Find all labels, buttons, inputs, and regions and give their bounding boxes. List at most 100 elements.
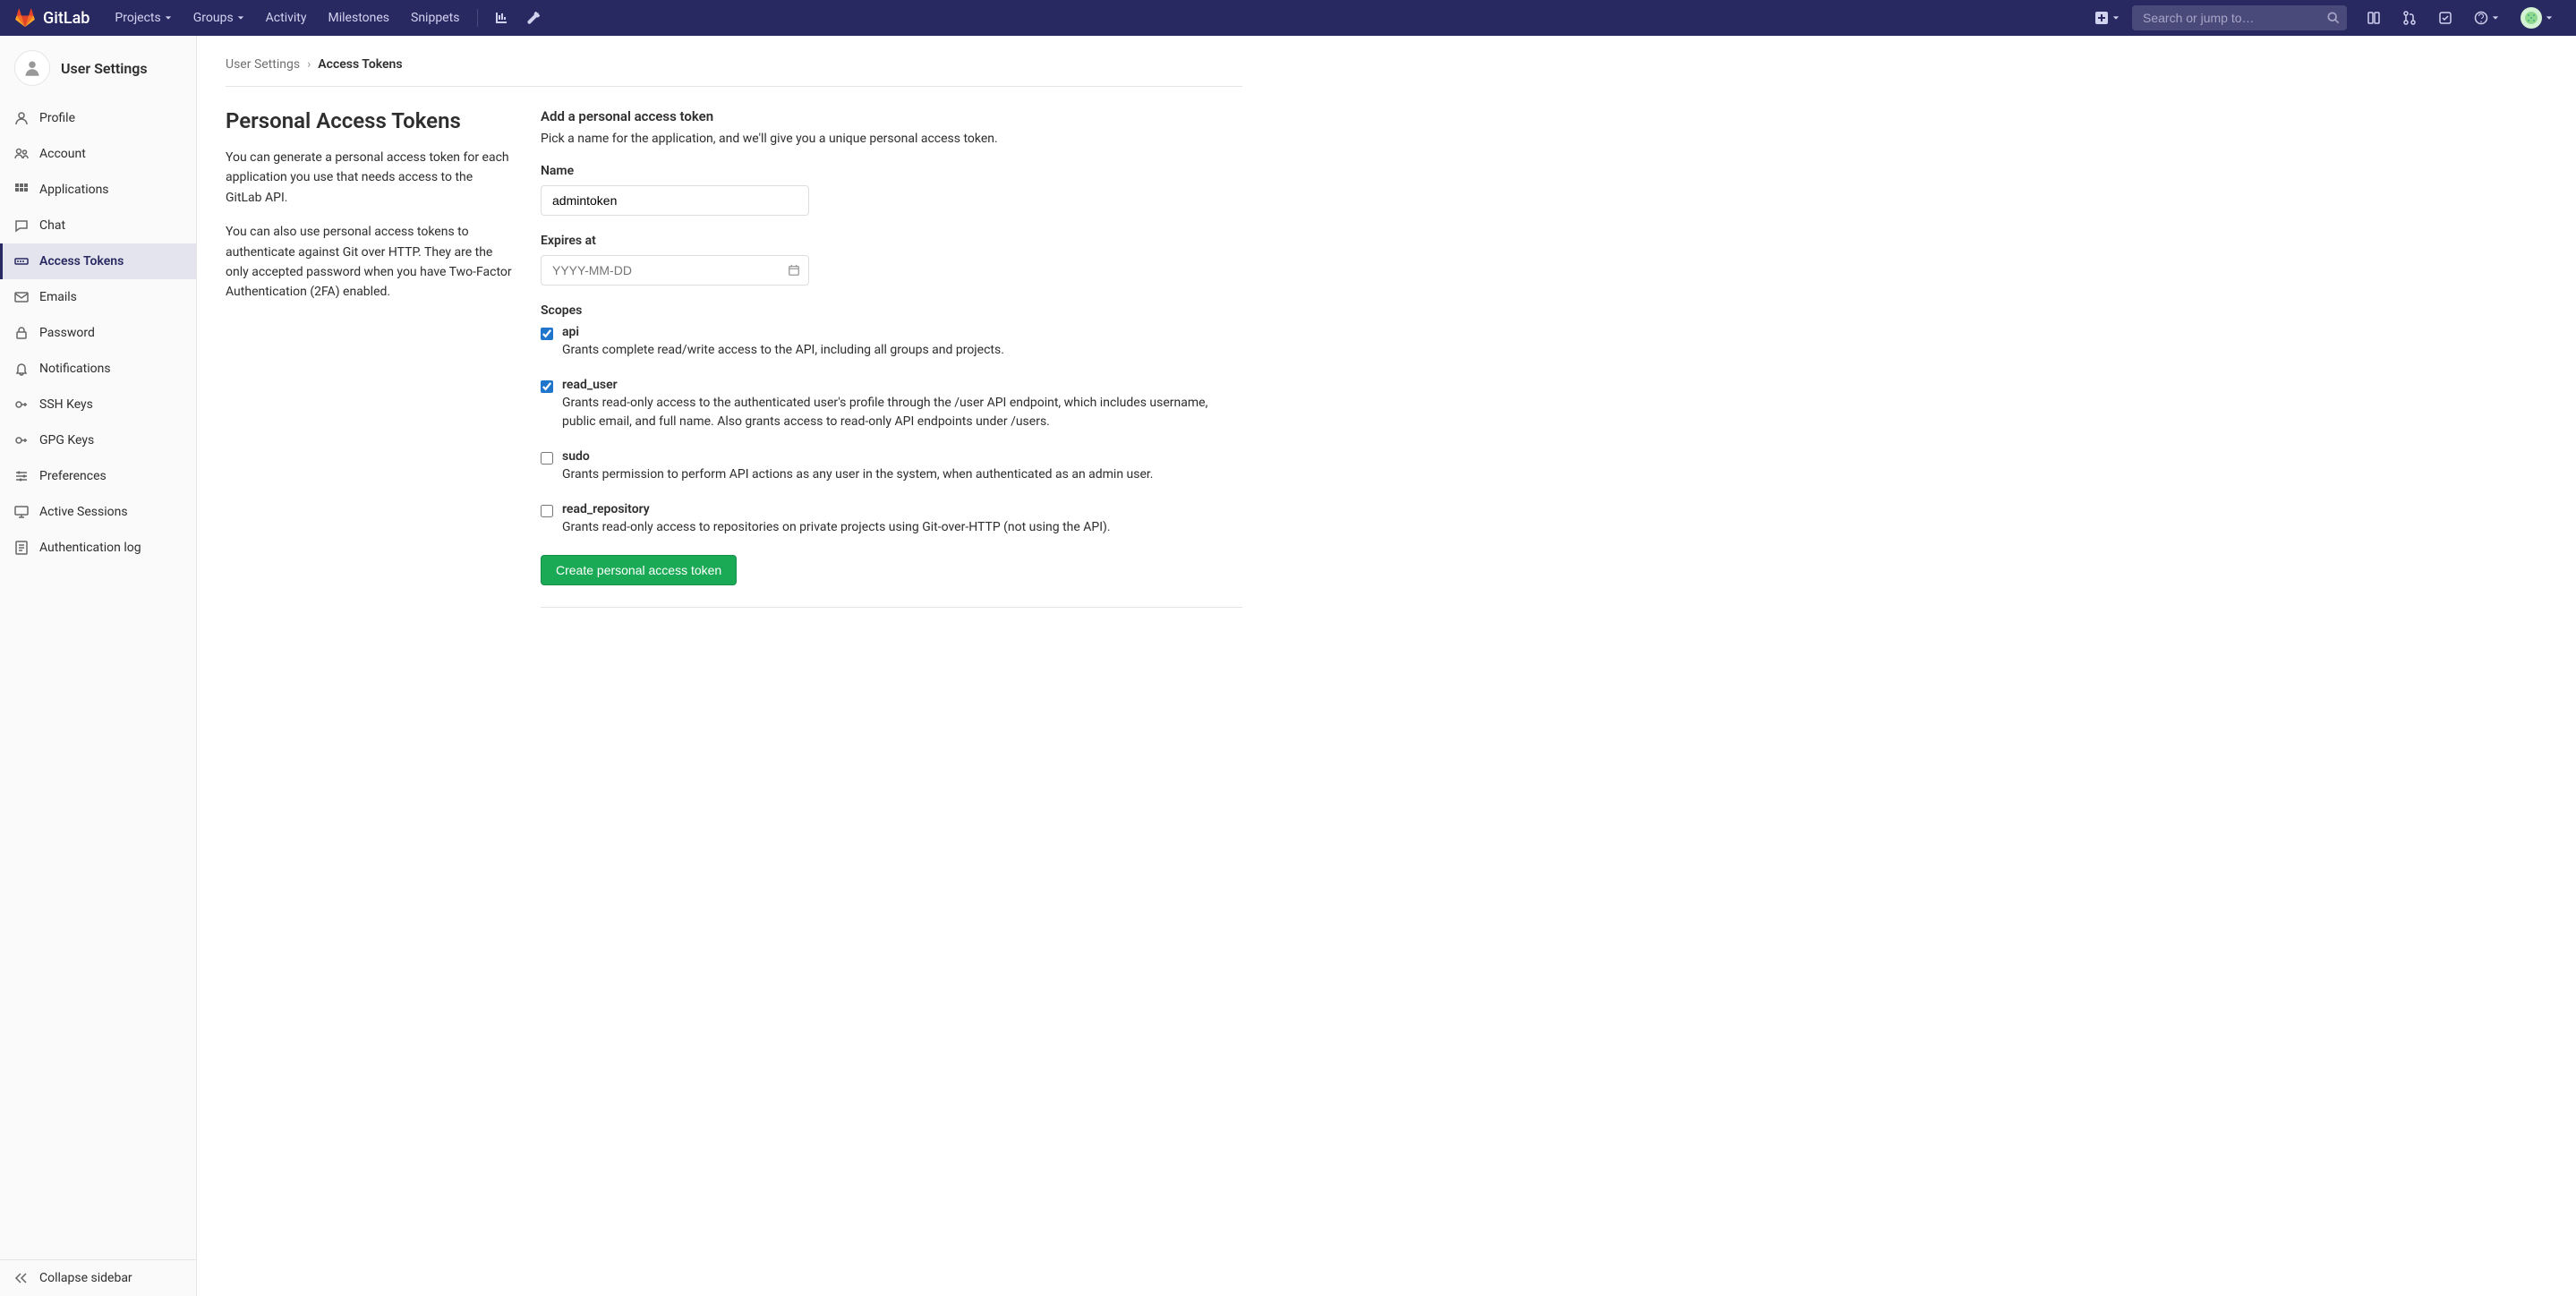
search-icon[interactable] [2327, 12, 2340, 24]
form-title: Add a personal access token [541, 108, 1242, 124]
scope-sudo-checkbox[interactable] [541, 452, 553, 465]
sidebar-header: User Settings [0, 36, 196, 100]
sidebar-item-label: Notifications [39, 362, 111, 376]
chart-icon [494, 11, 508, 25]
help-icon [2474, 11, 2488, 25]
calendar-icon[interactable] [788, 264, 800, 277]
nav-groups-label: Groups [193, 11, 234, 25]
sidebar-item-account[interactable]: Account [0, 136, 196, 172]
sidebar-collapse-label: Collapse sidebar [39, 1271, 132, 1285]
breadcrumb-parent[interactable]: User Settings [226, 57, 300, 72]
create-token-button[interactable]: Create personal access token [541, 555, 737, 585]
main-content: User Settings › Access Tokens Personal A… [197, 36, 1271, 1296]
user-avatar [2521, 7, 2542, 29]
nav-todos[interactable] [2429, 0, 2461, 36]
nav-admin-icon[interactable] [517, 0, 550, 36]
preferences-icon [14, 469, 29, 483]
account-icon [14, 147, 29, 161]
nav-right [2086, 0, 2562, 36]
sidebar-item-label: GPG Keys [39, 433, 94, 448]
nav-milestones[interactable]: Milestones [318, 0, 401, 36]
nav-activity[interactable]: Activity [255, 0, 318, 36]
caret-down-icon [2546, 14, 2553, 21]
scope-name: api [562, 325, 1242, 339]
sidebar-item-label: Chat [39, 218, 65, 233]
expires-input[interactable] [541, 255, 809, 286]
sidebar-item-password[interactable]: Password [0, 315, 196, 351]
scope-name: sudo [562, 449, 1242, 464]
nav-plus[interactable] [2086, 0, 2128, 36]
expires-label: Expires at [541, 234, 1242, 248]
sidebar-item-gpg-keys[interactable]: GPG Keys [0, 422, 196, 458]
lock-icon [14, 326, 29, 340]
content-right: Add a personal access token Pick a name … [541, 108, 1242, 608]
sidebar-item-active-sessions[interactable]: Active Sessions [0, 494, 196, 530]
page-title: Personal Access Tokens [226, 108, 512, 133]
sidebar-item-preferences[interactable]: Preferences [0, 458, 196, 494]
search-input[interactable] [2132, 5, 2347, 30]
issues-icon [2367, 11, 2381, 25]
divider [541, 607, 1242, 608]
nav-groups[interactable]: Groups [183, 0, 255, 36]
token-icon [14, 254, 29, 269]
caret-down-icon [2112, 14, 2120, 21]
nav-projects[interactable]: Projects [104, 0, 182, 36]
nav-user-menu[interactable] [2512, 0, 2562, 36]
key-icon [14, 397, 29, 412]
sidebar-collapse[interactable]: Collapse sidebar [0, 1260, 196, 1296]
todo-icon [2438, 11, 2452, 25]
scope-read-user: read_user Grants read-only access to the… [541, 378, 1242, 431]
scope-read-user-checkbox[interactable] [541, 380, 553, 393]
nav-analytics-icon[interactable] [485, 0, 517, 36]
sidebar-item-label: Active Sessions [39, 505, 128, 519]
brand-text: GitLab [43, 9, 90, 28]
wrench-icon [526, 11, 541, 25]
applications-icon [14, 183, 29, 197]
name-label: Name [541, 164, 1242, 178]
chat-icon [14, 218, 29, 233]
sidebar-item-label: Password [39, 326, 95, 340]
sidebar-item-applications[interactable]: Applications [0, 172, 196, 208]
search-wrap [2132, 5, 2347, 30]
name-input[interactable] [541, 185, 809, 216]
scope-name: read_repository [562, 502, 1242, 516]
sidebar-item-label: Preferences [39, 469, 107, 483]
scope-read-repository-checkbox[interactable] [541, 505, 553, 517]
monitor-icon [14, 505, 29, 519]
scope-name: read_user [562, 378, 1242, 392]
gitlab-logo-icon [14, 8, 36, 28]
nav-merge-requests[interactable] [2393, 0, 2426, 36]
nav-snippets[interactable]: Snippets [400, 0, 470, 36]
nav-links: Projects Groups Activity Milestones Snip… [104, 0, 550, 36]
top-navbar: GitLab Projects Groups Activity Mileston… [0, 0, 2576, 36]
page-desc-2: You can also use personal access tokens … [226, 222, 512, 303]
scope-read-repository: read_repository Grants read-only access … [541, 502, 1242, 537]
sidebar-item-auth-log[interactable]: Authentication log [0, 530, 196, 566]
bell-icon [14, 362, 29, 376]
scope-desc: Grants read-only access to the authentic… [562, 394, 1242, 431]
sidebar-item-label: Account [39, 147, 86, 161]
sidebar-item-ssh-keys[interactable]: SSH Keys [0, 387, 196, 422]
scope-desc: Grants read-only access to repositories … [562, 518, 1242, 537]
caret-down-icon [2492, 14, 2499, 21]
nav-help[interactable] [2465, 0, 2508, 36]
sidebar-item-label: Profile [39, 111, 75, 125]
sidebar-item-access-tokens[interactable]: Access Tokens [0, 243, 196, 279]
breadcrumb-separator: › [307, 57, 311, 72]
sidebar-item-emails[interactable]: Emails [0, 279, 196, 315]
nav-issues[interactable] [2358, 0, 2390, 36]
sidebar-footer: Collapse sidebar [0, 1259, 196, 1296]
breadcrumb-current: Access Tokens [318, 57, 402, 72]
scope-desc: Grants complete read/write access to the… [562, 341, 1242, 360]
sidebar-item-chat[interactable]: Chat [0, 208, 196, 243]
caret-down-icon [165, 14, 172, 21]
scope-api-checkbox[interactable] [541, 328, 553, 340]
brand[interactable]: GitLab [14, 8, 90, 28]
sidebar-avatar [14, 50, 50, 86]
collapse-icon [14, 1271, 29, 1285]
sidebar-item-label: SSH Keys [39, 397, 93, 412]
nav-projects-label: Projects [115, 11, 160, 25]
sidebar-item-notifications[interactable]: Notifications [0, 351, 196, 387]
sidebar-title: User Settings [61, 60, 148, 77]
sidebar-item-profile[interactable]: Profile [0, 100, 196, 136]
